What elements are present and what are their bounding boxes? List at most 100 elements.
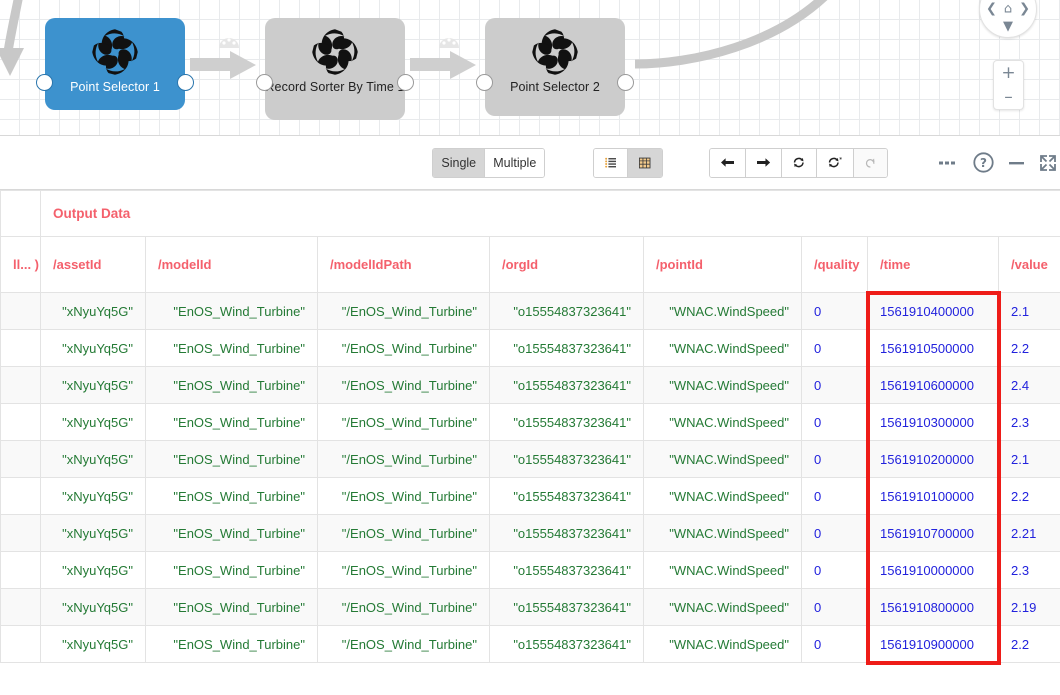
cell-pointid[interactable]: "WNAC.WindSpeed" (643, 403, 802, 441)
cell-assetid[interactable]: "xNyuYq5G" (40, 329, 146, 367)
table-row[interactable]: "xNyuYq5G" "EnOS_Wind_Turbine" "/EnOS_Wind… (0, 366, 1060, 404)
cell-modelid[interactable]: "EnOS_Wind_Turbine" (145, 440, 318, 478)
cell-pointid[interactable]: "WNAC.WindSpeed" (643, 477, 802, 515)
cell-value[interactable]: 2.3 (998, 403, 1060, 441)
cell-quality[interactable]: 0 (801, 366, 868, 404)
node-port-in[interactable] (36, 74, 53, 91)
row-mode-toggle-group[interactable]: Single Multiple (432, 147, 546, 178)
cell-quality[interactable]: 0 (801, 625, 868, 663)
table-row[interactable]: "xNyuYq5G" "EnOS_Wind_Turbine" "/EnOS_Wind… (0, 440, 1060, 478)
node-port-out[interactable] (177, 74, 194, 91)
cell-orgid[interactable]: "o15554837323641" (489, 292, 644, 330)
cell-orgid[interactable]: "o15554837323641" (489, 551, 644, 589)
cell-modelid[interactable]: "EnOS_Wind_Turbine" (145, 329, 318, 367)
cell-assetid[interactable]: "xNyuYq5G" (40, 588, 146, 626)
cell-orgid[interactable]: "o15554837323641" (489, 625, 644, 663)
mode-single-button[interactable]: Single (433, 148, 486, 177)
row-handle[interactable] (0, 440, 41, 478)
cell-value[interactable]: 2.1 (998, 292, 1060, 330)
cell-quality[interactable]: 0 (801, 329, 868, 367)
cell-quality[interactable]: 0 (801, 292, 868, 330)
cell-assetid[interactable]: "xNyuYq5G" (40, 551, 146, 589)
cell-modelidpath[interactable]: "/EnOS_Wind_Turbine" (317, 292, 490, 330)
cell-modelidpath[interactable]: "/EnOS_Wind_Turbine" (317, 477, 490, 515)
cell-modelidpath[interactable]: "/EnOS_Wind_Turbine" (317, 329, 490, 367)
cell-pointid[interactable]: "WNAC.WindSpeed" (643, 292, 802, 330)
cell-time[interactable]: 1561910000000 (867, 551, 999, 589)
flow-node-point-selector-1[interactable]: Point Selector 1 (36, 18, 194, 110)
cell-modelidpath[interactable]: "/EnOS_Wind_Turbine" (317, 366, 490, 404)
node-port-in[interactable] (476, 74, 493, 91)
cell-modelid[interactable]: "EnOS_Wind_Turbine" (145, 514, 318, 552)
ellipsis-icon[interactable] (936, 150, 960, 176)
table-row[interactable]: "xNyuYq5G" "EnOS_Wind_Turbine" "/EnOS_Wind… (0, 477, 1060, 515)
cell-orgid[interactable]: "o15554837323641" (489, 366, 644, 404)
fullscreen-icon[interactable] (1037, 150, 1060, 176)
cell-modelid[interactable]: "EnOS_Wind_Turbine" (145, 366, 318, 404)
column-header-time[interactable]: /time (867, 236, 999, 293)
cell-pointid[interactable]: "WNAC.WindSpeed" (643, 514, 802, 552)
cell-pointid[interactable]: "WNAC.WindSpeed" (643, 625, 802, 663)
cell-quality[interactable]: 0 (801, 440, 868, 478)
table-row[interactable]: "xNyuYq5G" "EnOS_Wind_Turbine" "/EnOS_Wind… (0, 514, 1060, 552)
cell-orgid[interactable]: "o15554837323641" (489, 440, 644, 478)
cell-value[interactable]: 2.1 (998, 440, 1060, 478)
cell-value[interactable]: 2.2 (998, 329, 1060, 367)
table-row[interactable]: "xNyuYq5G" "EnOS_Wind_Turbine" "/EnOS_Wind… (0, 588, 1060, 626)
cell-assetid[interactable]: "xNyuYq5G" (40, 366, 146, 404)
refresh-asterisk-icon[interactable]: * (816, 148, 855, 177)
row-handle[interactable] (0, 403, 41, 441)
list-view-icon[interactable] (594, 148, 629, 177)
cell-modelidpath[interactable]: "/EnOS_Wind_Turbine" (317, 514, 490, 552)
output-data-table-container[interactable]: Output Data ll... ) /assetId/modelId/mod… (0, 190, 1060, 695)
cell-modelidpath[interactable]: "/EnOS_Wind_Turbine" (317, 625, 490, 663)
chevron-down-icon[interactable]: ▼ (1003, 20, 1013, 33)
cell-modelidpath[interactable]: "/EnOS_Wind_Turbine" (317, 588, 490, 626)
cell-quality[interactable]: 0 (801, 514, 868, 552)
grid-view-icon[interactable] (628, 148, 662, 177)
cell-quality[interactable]: 0 (801, 477, 868, 515)
flow-canvas[interactable]: Point Selector 1 Record Sorter By Time 1… (0, 0, 1060, 135)
table-row[interactable]: "xNyuYq5G" "EnOS_Wind_Turbine" "/EnOS_Wind… (0, 625, 1060, 663)
flow-node-point-selector-2[interactable]: Point Selector 2 (476, 18, 634, 116)
row-handle[interactable] (0, 329, 41, 367)
cell-modelidpath[interactable]: "/EnOS_Wind_Turbine" (317, 403, 490, 441)
cell-orgid[interactable]: "o15554837323641" (489, 403, 644, 441)
row-handle[interactable] (0, 551, 41, 589)
minimize-icon[interactable] (1005, 150, 1029, 176)
cell-assetid[interactable]: "xNyuYq5G" (40, 403, 146, 441)
column-header-modelidpath[interactable]: /modelIdPath (317, 236, 490, 293)
cell-orgid[interactable]: "o15554837323641" (489, 477, 644, 515)
cell-modelid[interactable]: "EnOS_Wind_Turbine" (145, 477, 318, 515)
cell-time[interactable]: 1561910400000 (867, 292, 999, 330)
cell-assetid[interactable]: "xNyuYq5G" (40, 514, 146, 552)
cell-quality[interactable]: 0 (801, 551, 868, 589)
cell-modelid[interactable]: "EnOS_Wind_Turbine" (145, 588, 318, 626)
column-header-orgid[interactable]: /orgId (489, 236, 644, 293)
cell-modelid[interactable]: "EnOS_Wind_Turbine" (145, 403, 318, 441)
cell-quality[interactable]: 0 (801, 588, 868, 626)
row-handle[interactable] (0, 477, 41, 515)
chevron-left-icon[interactable]: ❮ (986, 3, 997, 16)
cell-modelid[interactable]: "EnOS_Wind_Turbine" (145, 292, 318, 330)
cell-orgid[interactable]: "o15554837323641" (489, 514, 644, 552)
cell-time[interactable]: 1561910900000 (867, 625, 999, 663)
arrow-left-icon[interactable] (709, 148, 746, 177)
canvas-zoom-control[interactable]: + – (993, 60, 1024, 110)
cell-assetid[interactable]: "xNyuYq5G" (40, 477, 146, 515)
column-header-assetid[interactable]: /assetId (40, 236, 146, 293)
cell-modelidpath[interactable]: "/EnOS_Wind_Turbine" (317, 440, 490, 478)
table-row[interactable]: "xNyuYq5G" "EnOS_Wind_Turbine" "/EnOS_Wind… (0, 551, 1060, 589)
cell-quality[interactable]: 0 (801, 403, 868, 441)
cell-value[interactable]: 2.21 (998, 514, 1060, 552)
cell-pointid[interactable]: "WNAC.WindSpeed" (643, 551, 802, 589)
table-row[interactable]: "xNyuYq5G" "EnOS_Wind_Turbine" "/EnOS_Wind… (0, 329, 1060, 367)
column-header-value[interactable]: /value (998, 236, 1060, 293)
cell-assetid[interactable]: "xNyuYq5G" (40, 292, 146, 330)
canvas-pan-control[interactable]: ▲ ▼ ❮ ❯ ⌂ (979, 0, 1037, 38)
cell-time[interactable]: 1561910300000 (867, 403, 999, 441)
column-header-quality[interactable]: /quality (801, 236, 868, 293)
row-handle[interactable] (0, 514, 41, 552)
table-row[interactable]: "xNyuYq5G" "EnOS_Wind_Turbine" "/EnOS_Wind… (0, 292, 1060, 330)
cell-orgid[interactable]: "o15554837323641" (489, 329, 644, 367)
